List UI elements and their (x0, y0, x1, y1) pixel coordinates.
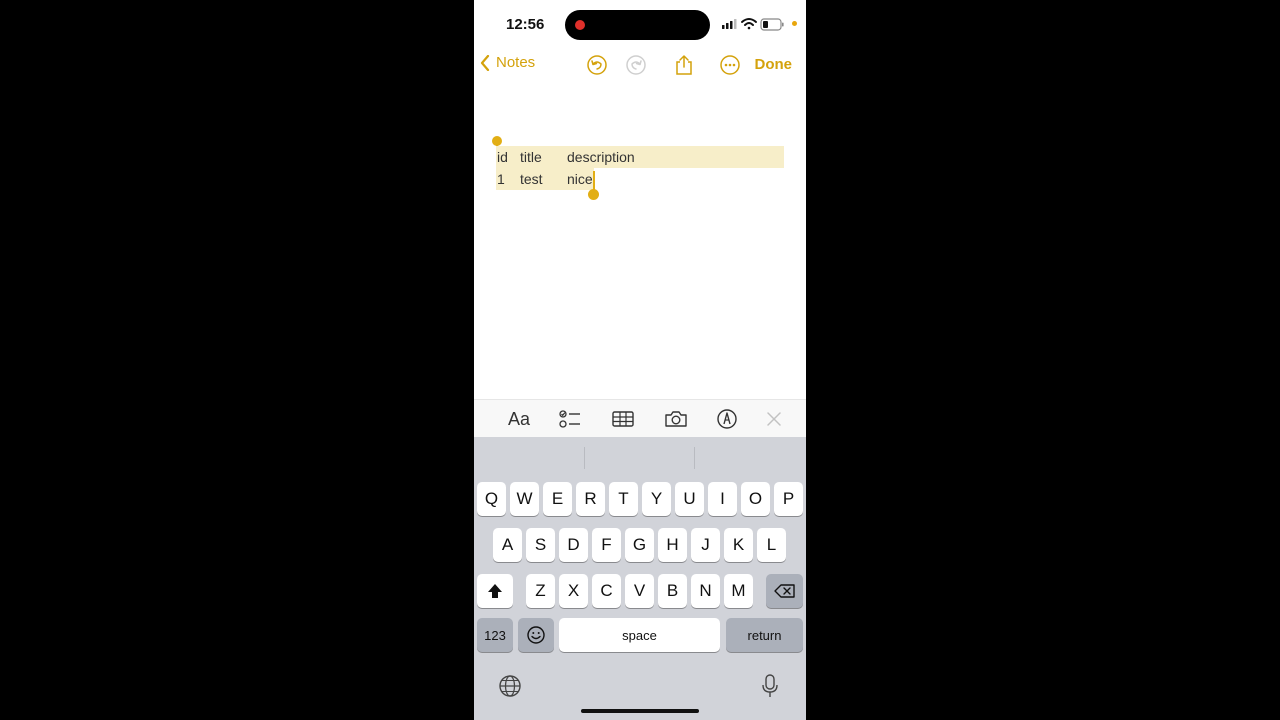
more-options-button[interactable] (717, 52, 743, 78)
recording-indicator-icon (575, 20, 585, 30)
suggestion-divider (584, 447, 585, 469)
globe-icon (499, 675, 521, 697)
format-toolbar: Aa (474, 399, 806, 438)
key-p[interactable]: P (774, 482, 803, 516)
privacy-indicator-icon (792, 21, 797, 26)
key-o[interactable]: O (741, 482, 770, 516)
note-table[interactable]: id title description 1 test nice (496, 146, 784, 190)
share-icon (676, 55, 692, 75)
wifi-icon (741, 18, 757, 30)
back-button[interactable]: Notes (480, 54, 535, 71)
table-cell[interactable]: description (567, 149, 635, 165)
status-icons (720, 14, 800, 34)
redo-button[interactable] (623, 52, 649, 78)
key-b[interactable]: B (658, 574, 687, 608)
shift-icon (488, 584, 502, 598)
key-n[interactable]: N (691, 574, 720, 608)
selection-end-handle[interactable] (588, 189, 599, 200)
table-cell[interactable]: 1 (497, 171, 505, 187)
table-row[interactable]: 1 test nice (496, 168, 594, 190)
key-c[interactable]: C (592, 574, 621, 608)
undo-icon (587, 55, 607, 75)
key-j[interactable]: J (691, 528, 720, 562)
globe-button[interactable] (498, 674, 522, 698)
text-style-button[interactable]: Aa (505, 406, 533, 432)
key-v[interactable]: V (625, 574, 654, 608)
close-toolbar-button[interactable] (760, 406, 788, 432)
share-button[interactable] (671, 52, 697, 78)
table-cell[interactable]: title (520, 149, 542, 165)
microphone-icon (762, 674, 778, 697)
key-u[interactable]: U (675, 482, 704, 516)
suggestion-divider (694, 447, 695, 469)
numbers-key[interactable]: 123 (477, 618, 513, 652)
close-icon (767, 412, 781, 426)
table-cell[interactable]: nice (567, 171, 593, 187)
chevron-left-icon (480, 54, 490, 71)
key-g[interactable]: G (625, 528, 654, 562)
key-l[interactable]: L (757, 528, 786, 562)
markup-pen-icon (717, 409, 737, 429)
camera-button[interactable] (662, 406, 690, 432)
back-button-label: Notes (496, 54, 536, 71)
key-y[interactable]: Y (642, 482, 671, 516)
key-h[interactable]: H (658, 528, 687, 562)
home-indicator[interactable] (581, 709, 699, 713)
undo-button[interactable] (584, 52, 610, 78)
table-cell[interactable]: id (497, 149, 508, 165)
keyboard: Q W E R T Y U I O P A S D F G H J K L Z … (474, 437, 806, 720)
key-d[interactable]: D (559, 528, 588, 562)
key-x[interactable]: X (559, 574, 588, 608)
more-icon (720, 55, 740, 75)
redo-icon (626, 55, 646, 75)
key-z[interactable]: Z (526, 574, 555, 608)
dictation-button[interactable] (758, 672, 782, 700)
table-icon (612, 411, 634, 427)
return-key[interactable]: return (726, 618, 803, 652)
emoji-icon (527, 626, 545, 644)
dynamic-island (565, 10, 710, 40)
key-r[interactable]: R (576, 482, 605, 516)
key-q[interactable]: Q (477, 482, 506, 516)
table-cell[interactable]: test (520, 171, 543, 187)
key-e[interactable]: E (543, 482, 572, 516)
key-f[interactable]: F (592, 528, 621, 562)
key-w[interactable]: W (510, 482, 539, 516)
insert-table-button[interactable] (609, 406, 637, 432)
phone-screen: 12:56 Notes Done id title description 1 … (474, 0, 806, 720)
cellular-signal-icon (722, 19, 737, 29)
key-a[interactable]: A (493, 528, 522, 562)
space-key[interactable]: space (559, 618, 720, 652)
battery-icon (760, 18, 784, 31)
markup-button[interactable] (713, 406, 741, 432)
checklist-icon (559, 410, 580, 428)
checklist-button[interactable] (556, 406, 584, 432)
table-row[interactable]: id title description (496, 146, 784, 168)
status-time: 12:56 (506, 16, 545, 33)
key-s[interactable]: S (526, 528, 555, 562)
key-t[interactable]: T (609, 482, 638, 516)
key-k[interactable]: K (724, 528, 753, 562)
notes-nav-bar: Notes Done (474, 48, 806, 82)
key-m[interactable]: M (724, 574, 753, 608)
camera-icon (665, 411, 687, 427)
emoji-key[interactable] (518, 618, 554, 652)
delete-key[interactable] (766, 574, 803, 608)
key-i[interactable]: I (708, 482, 737, 516)
shift-key[interactable] (477, 574, 513, 608)
done-button[interactable]: Done (755, 56, 793, 73)
selection-end-caret (593, 171, 595, 191)
backspace-icon (773, 584, 795, 598)
